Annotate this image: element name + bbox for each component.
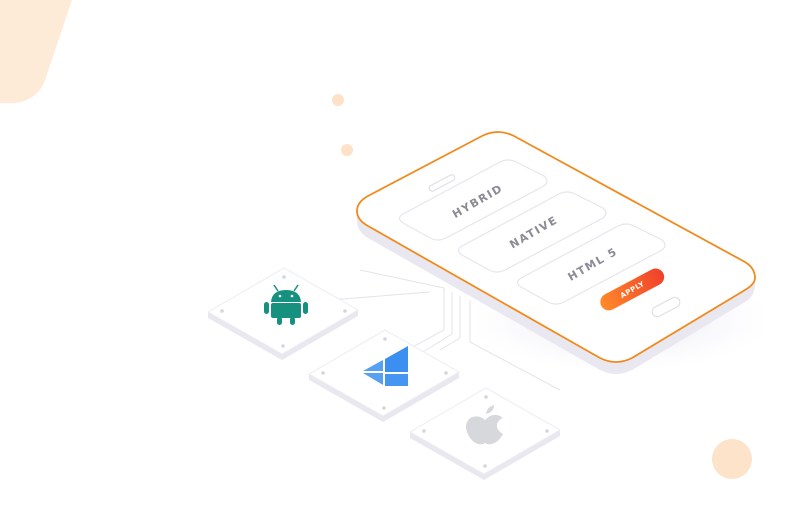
dot-small-2 [341,144,353,156]
illustration: HYBRID NATIVE HTML 5 APPLY [0,0,790,480]
corner-blob [0,0,72,103]
dot-small-1 [332,94,344,106]
platform-tile-apple[interactable] [408,387,562,480]
platform-tile-android[interactable] [206,267,360,360]
dot-large [712,439,752,479]
